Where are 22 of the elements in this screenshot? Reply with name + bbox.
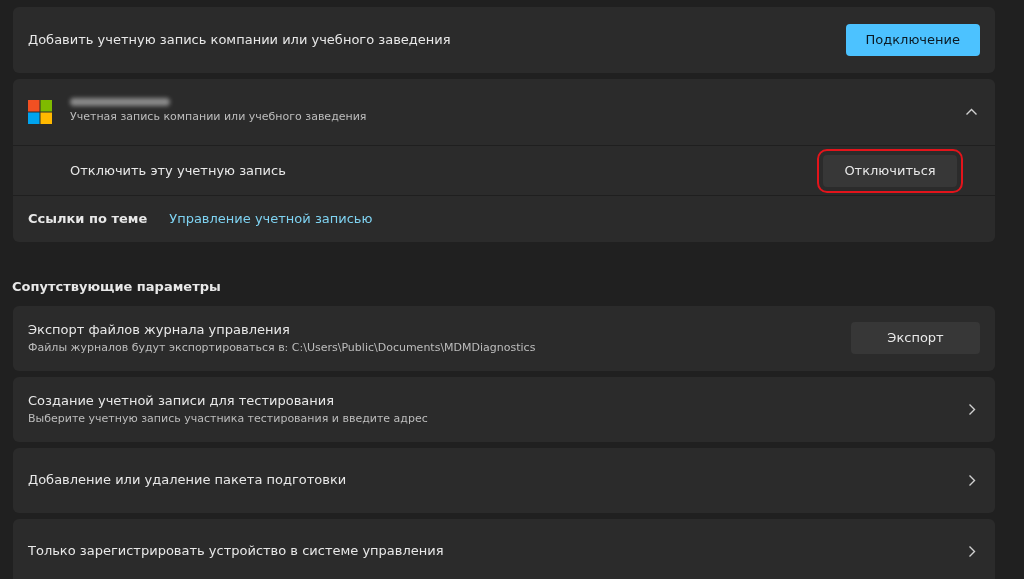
setting-title: Экспорт файлов журнала управления [28,320,291,339]
account-subtitle: Учетная запись компании или учебного заведения [70,109,367,126]
settings-card[interactable]: Добавление или удаление пакета подготовки [13,447,995,513]
links-label: Ссылки по теме [28,210,148,229]
connect-button[interactable]: Подключение [845,24,980,56]
settings-card[interactable]: Создание учетной записи для тестирования Выберите учетную запись участника тестирования и введите адрес [13,376,995,442]
settings-card[interactable]: Только зарегистрировать устройство в системе управления [13,518,995,579]
setting-title: Только зарегистрировать устройство в системе управления [28,542,445,561]
chevron-right-icon [968,473,976,487]
setting-subtitle: Файлы журналов будут экспортироваться в: C:\Users\Public\Documents\MDMDiagnostics [28,340,537,356]
setting-title: Добавление или удаление пакета подготовки [28,471,348,490]
chevron-right-icon [968,544,976,558]
setting-label: Добавить учетную запись компании или учебного заведения [28,31,451,50]
chevron-up-icon[interactable] [965,108,978,116]
windows-logo-icon [28,100,52,124]
setting-label: Отключить эту учетную запись [70,161,286,180]
export-button[interactable]: Экспорт [851,322,980,354]
setting-title: Создание учетной записи для тестирования [28,391,336,410]
setting-subtitle: Выберите учетную запись участника тестирования и введите адрес [28,411,429,427]
section-heading: Сопутствующие параметры [12,278,222,296]
chevron-right-icon [968,402,976,416]
manage-account-link[interactable]: Управление учетной записью [169,209,373,229]
